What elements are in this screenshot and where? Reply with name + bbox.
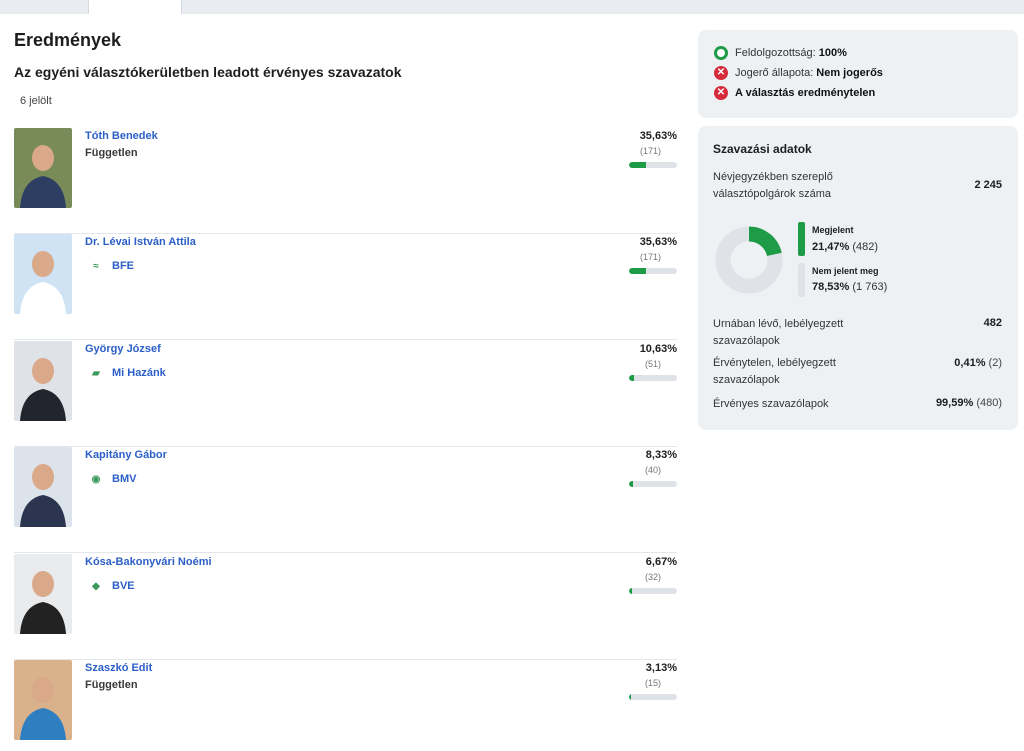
candidate-photo — [14, 447, 72, 527]
vote-count: (51) — [644, 359, 661, 369]
voting-data-title: Szavazási adatok — [713, 142, 812, 156]
vote-percentage: 35,63% — [639, 130, 677, 142]
person-photo-icon — [14, 447, 72, 527]
x-circle-icon: ✕ — [714, 86, 728, 100]
person-photo-icon — [14, 234, 72, 314]
vote-count: (171) — [639, 252, 661, 262]
party-label: ◉ BMV — [85, 473, 137, 485]
check-circle-icon — [714, 46, 728, 60]
x-circle-icon: ✕ — [714, 66, 728, 80]
candidate-photo — [14, 554, 72, 634]
candidate-name-link[interactable]: György József — [85, 343, 161, 355]
active-tab[interactable] — [88, 0, 182, 14]
vote-count: (40) — [644, 465, 661, 475]
registered-label: Névjegyzékben szereplő választópolgárok … — [713, 171, 833, 200]
vote-share-bar-fill — [629, 588, 633, 594]
invalid-ballots-value: 0,41% (2) — [954, 357, 1002, 369]
turnout-legend-value: 21,47% (482) — [812, 241, 879, 253]
voting-data-card: Szavazási adatok Névjegyzékben szereplő … — [698, 126, 1018, 430]
vote-share-bar-fill — [629, 268, 647, 274]
invalid-ballots-label: Érvénytelen, lebélyegzett szavazólapok — [713, 357, 836, 386]
vote-share-bar-fill — [629, 375, 635, 381]
vote-percentage: 8,33% — [645, 449, 677, 461]
vote-share-bar — [629, 375, 677, 381]
turnout-legend-label: Megjelent — [812, 225, 854, 235]
top-tab-strip — [0, 0, 1024, 14]
vote-share-bar-fill — [629, 694, 631, 700]
party-logo-icon: ▰ — [92, 367, 100, 379]
results-panel: Eredmények Az egyéni választókerületben … — [0, 14, 690, 751]
candidate-count: 6 jelölt — [20, 95, 52, 107]
person-photo-icon — [14, 660, 72, 740]
page-title: Eredmények — [14, 30, 122, 50]
absent-legend-label: Nem jelent meg — [812, 266, 879, 276]
candidate-row: Kósa-Bakonyvári Noémi ◆ BVE 6,67% (32) — [14, 554, 677, 660]
vote-count: (171) — [639, 146, 661, 156]
party-logo-icon: ≈ — [93, 260, 99, 272]
final-status: ✕ Jogerő állapota: Nem jogerős — [714, 66, 883, 80]
turnout-legend-bar — [798, 222, 805, 256]
party-label: ◆ BVE — [85, 580, 134, 592]
vote-share-bar — [629, 481, 677, 487]
person-photo-icon — [14, 554, 72, 634]
vote-percentage: 3,13% — [645, 662, 677, 674]
candidate-name-link[interactable]: Dr. Lévai István Attila — [85, 236, 196, 248]
vote-percentage: 35,63% — [639, 236, 677, 248]
candidate-name-link[interactable]: Kapitány Gábor — [85, 449, 167, 461]
vote-share-bar-fill — [629, 481, 633, 487]
candidate-row: György József ▰ Mi Hazánk 10,63% (51) — [14, 341, 677, 447]
turnout-donut-chart — [715, 226, 783, 294]
section-subtitle: Az egyéni választókerületben leadott érv… — [14, 64, 402, 80]
party-label: Független — [85, 147, 138, 159]
vote-percentage: 10,63% — [639, 343, 677, 355]
party-label: ▰ Mi Hazánk — [85, 367, 166, 379]
vote-count: (32) — [644, 572, 661, 582]
candidate-row: Tóth Benedek Független 35,63% (171) — [14, 128, 677, 234]
vote-share-bar — [629, 162, 677, 168]
processed-status: Feldolgozottság: 100% — [714, 46, 847, 60]
person-photo-icon — [14, 341, 72, 421]
candidate-row: Dr. Lévai István Attila ≈ BFE 35,63% (171… — [14, 234, 677, 340]
party-label: Független — [85, 679, 138, 691]
vote-count: (15) — [644, 678, 661, 688]
absent-legend-value: 78,53% (1 763) — [812, 281, 888, 293]
vote-share-bar — [629, 694, 677, 700]
vote-share-bar — [629, 588, 677, 594]
candidate-photo — [14, 341, 72, 421]
vote-share-bar — [629, 268, 677, 274]
registered-value: 2 245 — [974, 179, 1002, 191]
party-label: ≈ BFE — [85, 260, 134, 272]
vote-share-bar-fill — [629, 162, 647, 168]
absent-legend-bar — [798, 263, 805, 297]
invalid-election-status: ✕ A választás eredménytelen — [714, 86, 875, 100]
candidate-photo — [14, 128, 72, 208]
vote-percentage: 6,67% — [645, 556, 677, 568]
person-photo-icon — [14, 128, 72, 208]
valid-ballots-value: 99,59% (480) — [935, 397, 1002, 409]
candidate-name-link[interactable]: Szaszkó Edit — [85, 662, 152, 674]
valid-ballots-label: Érvényes szavazólapok — [713, 398, 829, 410]
candidate-name-link[interactable]: Kósa-Bakonyvári Noémi — [85, 556, 212, 568]
candidate-row: Szaszkó Edit Független 3,13% (15) — [14, 660, 677, 751]
party-logo-icon: ◉ — [91, 473, 101, 485]
candidate-photo — [14, 234, 72, 314]
candidate-photo — [14, 660, 72, 740]
status-card: Feldolgozottság: 100% ✕ Jogerő állapota: N… — [698, 30, 1018, 118]
candidate-name-link[interactable]: Tóth Benedek — [85, 130, 158, 142]
party-logo-icon: ◆ — [92, 580, 100, 592]
ballots-value: 482 — [983, 317, 1002, 329]
ballots-label: Urnában lévő, lebélyegzett szavazólapok — [713, 318, 844, 347]
candidate-row: Kapitány Gábor ◉ BMV 8,33% (40) — [14, 447, 677, 553]
